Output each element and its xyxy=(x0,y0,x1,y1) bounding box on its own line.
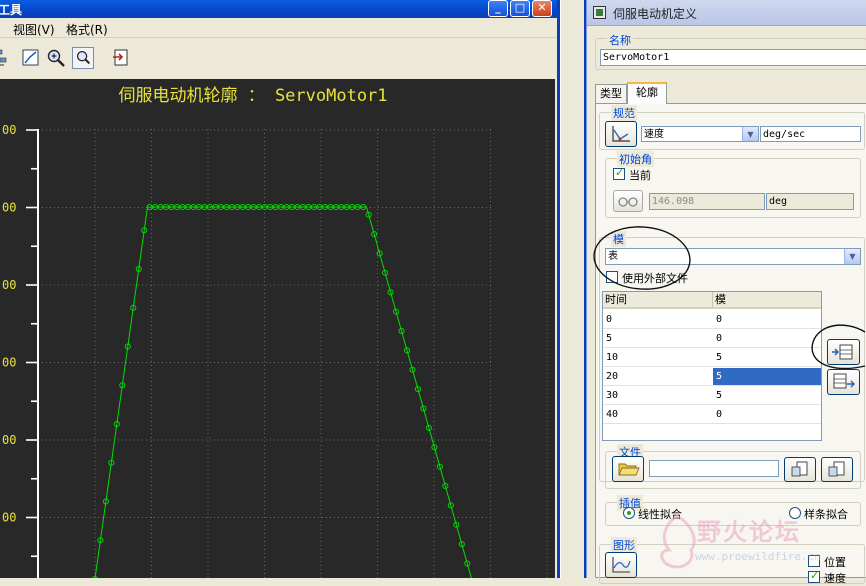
export-file-button[interactable] xyxy=(821,457,853,482)
initial-angle-input: 146.098 xyxy=(649,193,765,210)
menu-view[interactable]: 视图(V) xyxy=(13,21,55,38)
table-cell-magnitude[interactable]: 0 xyxy=(713,311,821,329)
magnitude-select-value: 表 xyxy=(608,251,618,262)
menu-format[interactable]: 格式(R) xyxy=(66,21,108,38)
linear-fit-radio[interactable] xyxy=(623,507,635,519)
toolbar xyxy=(0,39,557,77)
initial-angle-label: 初始角 xyxy=(617,151,654,167)
chart-y-axis xyxy=(26,129,39,578)
edit-graph-icon[interactable] xyxy=(20,47,42,69)
graph-window-title: 工具 xyxy=(0,3,23,17)
tab-type[interactable]: 类型 xyxy=(595,84,627,104)
spec-label: 规范 xyxy=(611,105,637,121)
y-tick-label: 00 xyxy=(2,433,16,447)
minimize-button[interactable]: _ xyxy=(488,0,508,17)
close-button[interactable]: ✕ xyxy=(532,0,552,17)
profile-table[interactable]: 时间 模 0 0 5 0 10 5 20 5 30 5 40 0 xyxy=(602,291,822,441)
zoom-fit-icon[interactable] xyxy=(72,47,94,69)
graph-tool-window: 工具 _ □ ✕ 视图(V) 格式(R) 00 00 00 00 00 00 伺… xyxy=(0,0,557,578)
chart-grid xyxy=(38,129,548,578)
tree-tool-icon[interactable] xyxy=(0,47,16,69)
y-tick-label: 00 xyxy=(2,356,16,370)
chart-tick-labels: 00 00 00 00 00 00 xyxy=(2,123,16,525)
table-cell-time[interactable]: 0 xyxy=(603,311,713,329)
velocity-graph-icon xyxy=(612,126,630,142)
velocity-chart: 00 00 00 00 00 00 伺服电动机轮廓 ： ServoMotor1 xyxy=(2,86,548,578)
show-graph-button[interactable] xyxy=(605,552,637,578)
name-input[interactable]: ServoMotor1 xyxy=(600,49,866,66)
name-label: 名称 xyxy=(607,32,633,48)
spec-select[interactable]: 速度 ▼ xyxy=(641,126,759,142)
y-tick-label: 00 xyxy=(2,201,16,215)
column-header-time[interactable]: 时间 xyxy=(603,292,713,309)
spec-select-value: 速度 xyxy=(644,129,664,140)
table-cell-magnitude[interactable]: 5 xyxy=(713,349,821,367)
insert-row-icon xyxy=(832,344,853,360)
insert-row-button[interactable] xyxy=(827,339,860,365)
glasses-icon xyxy=(618,197,638,207)
import-icon xyxy=(791,461,808,477)
use-external-file-label: 使用外部文件 xyxy=(622,272,688,285)
chart-title: 伺服电动机轮廓 ： ServoMotor1 xyxy=(118,86,387,106)
current-label: 当前 xyxy=(629,169,651,182)
graph-icon xyxy=(612,557,631,573)
measure-angle-button[interactable] xyxy=(613,190,643,212)
dialog-app-icon xyxy=(593,6,606,19)
chevron-down-icon: ▼ xyxy=(742,127,758,141)
dialog-title: 伺服电动机定义 xyxy=(613,7,698,21)
menu-bar: 视图(V) 格式(R) xyxy=(0,18,557,38)
dialog-titlebar[interactable]: 伺服电动机定义 xyxy=(587,0,866,26)
magnitude-select[interactable]: 表 ▼ xyxy=(605,248,861,265)
tab-profile[interactable]: 轮廓 xyxy=(627,82,667,104)
current-checkbox[interactable] xyxy=(613,166,625,180)
position-checkbox[interactable] xyxy=(808,555,820,567)
maximize-button[interactable]: □ xyxy=(510,0,530,17)
magnitude-label: 模 xyxy=(611,231,626,247)
use-external-file-checkbox[interactable] xyxy=(606,271,618,283)
chart-series xyxy=(92,203,472,578)
graph-window-titlebar[interactable]: 工具 _ □ ✕ xyxy=(0,0,557,18)
append-row-button[interactable] xyxy=(827,369,860,395)
table-cell-magnitude[interactable]: 0 xyxy=(713,330,821,348)
spec-unit-field: deg/sec xyxy=(760,126,861,142)
export-icon[interactable] xyxy=(110,47,132,69)
desktop-gap xyxy=(560,0,584,578)
position-label: 位置 xyxy=(824,556,846,569)
export-file-icon xyxy=(828,461,845,477)
open-file-button[interactable] xyxy=(612,456,644,482)
zoom-in-icon[interactable] xyxy=(45,47,67,69)
chevron-down-icon: ▼ xyxy=(844,249,860,264)
y-tick-label: 00 xyxy=(2,123,16,137)
file-path-input[interactable] xyxy=(649,460,779,477)
series-line xyxy=(94,206,472,578)
y-tick-label: 00 xyxy=(2,511,16,525)
column-header-magnitude[interactable]: 模 xyxy=(713,292,821,309)
spec-graph-button[interactable] xyxy=(605,121,637,147)
table-cell-time[interactable]: 30 xyxy=(603,387,713,405)
append-row-icon xyxy=(833,373,855,389)
linear-fit-label: 线性拟合 xyxy=(638,508,682,521)
y-tick-label: 00 xyxy=(2,278,16,292)
graph-label: 图形 xyxy=(611,537,637,553)
table-cell-time[interactable]: 20 xyxy=(603,368,713,386)
import-file-button[interactable] xyxy=(784,457,816,482)
servo-motor-dialog: 伺服电动机定义 名称 ServoMotor1 类型 轮廓 规范 速度 ▼ deg… xyxy=(586,0,866,585)
table-cell-time[interactable]: 10 xyxy=(603,349,713,367)
velocity-label: 速度 xyxy=(824,572,846,585)
table-cell-time[interactable]: 40 xyxy=(603,406,713,424)
table-cell-time[interactable]: 5 xyxy=(603,330,713,348)
table-cell-magnitude[interactable]: 0 xyxy=(713,406,821,424)
table-cell-magnitude[interactable]: 5 xyxy=(713,387,821,405)
angle-unit-field: deg xyxy=(766,193,854,210)
spline-fit-radio[interactable] xyxy=(789,507,801,519)
table-cell-magnitude[interactable]: 5 xyxy=(713,368,821,386)
velocity-checkbox[interactable] xyxy=(808,569,820,583)
folder-open-icon xyxy=(618,463,640,476)
spline-fit-label: 样条拟合 xyxy=(804,508,848,521)
graph-area[interactable]: 00 00 00 00 00 00 伺服电动机轮廓 ： ServoMotor1 xyxy=(0,79,555,578)
